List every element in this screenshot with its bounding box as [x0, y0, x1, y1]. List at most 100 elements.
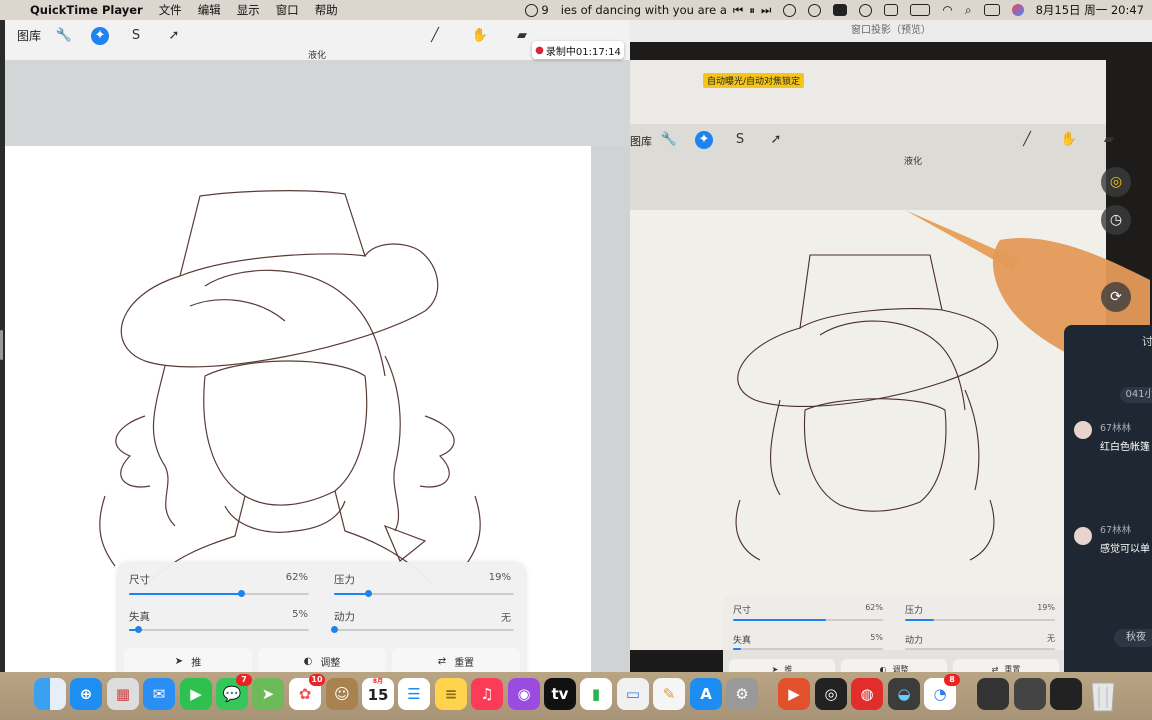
now-playing[interactable]: ies of dancing with you are a ⏮ ⏸ ⏭: [561, 3, 772, 18]
momentum-slider[interactable]: [331, 626, 514, 633]
projection-preview-window: 窗口投影（预览） 图库 液化 🔧 ✦ S ➚ ╱ ✋ ▰ 尺寸 62% 压力 1…: [630, 20, 1152, 672]
system-preferences-icon[interactable]: ⚙: [726, 678, 758, 710]
tray-app-icon[interactable]: [833, 4, 848, 16]
trash-icon[interactable]: [1088, 679, 1118, 713]
menu-file[interactable]: 文件: [159, 2, 182, 18]
maps-icon[interactable]: ➤: [252, 678, 284, 710]
podcasts-icon[interactable]: ◉: [508, 678, 540, 710]
notification-counter[interactable]: 9: [525, 3, 549, 17]
eraser-icon[interactable]: ▰: [513, 27, 531, 45]
pressure-slider[interactable]: [334, 590, 514, 597]
size-value: 62%: [285, 572, 308, 583]
clock-date[interactable]: 8月15日 周一 20:47: [1036, 2, 1144, 18]
messages-icon[interactable]: 💬 7: [216, 674, 252, 710]
timer-icon[interactable]: ◷: [1101, 205, 1131, 235]
size-slider[interactable]: [129, 590, 309, 597]
menu-window[interactable]: 窗口: [276, 2, 299, 18]
timer-icon[interactable]: [783, 3, 797, 17]
netease-music-icon[interactable]: ◍: [851, 678, 883, 710]
chat-footer-chip[interactable]: 秋夜: [1114, 629, 1152, 647]
push-mode-button[interactable]: ➤ 推: [124, 648, 252, 672]
play-circle-icon[interactable]: [859, 3, 873, 17]
reset-button[interactable]: ⇄ 重置: [392, 648, 520, 672]
streaming-app-icon[interactable]: ◔ 8: [924, 674, 960, 710]
selection-icon[interactable]: S: [127, 27, 145, 45]
camera-app-icon[interactable]: ◒: [888, 678, 920, 710]
contacts-icon[interactable]: ☺: [326, 678, 358, 710]
photos-icon[interactable]: ✿ 10: [289, 674, 325, 710]
obs-studio-icon[interactable]: ◎: [815, 678, 847, 710]
ipad-gallery-label: 图库: [630, 135, 652, 148]
gallery-button[interactable]: 图库: [17, 27, 41, 44]
distortion-value: 5%: [292, 609, 308, 620]
recent-window-thumbnail[interactable]: [1014, 678, 1046, 710]
reminders-icon[interactable]: ☰: [398, 678, 430, 710]
avatar: [1074, 527, 1092, 545]
keynote-icon[interactable]: ▭: [617, 678, 649, 710]
live-chat-panel: 讨 041小 67林林 红白色帐篷 67林林 感觉可以单 秋夜: [1064, 325, 1152, 672]
previous-track-icon[interactable]: ⏮: [733, 3, 743, 18]
notes-icon[interactable]: ≡: [435, 678, 467, 710]
next-track-icon[interactable]: ⏭: [761, 3, 771, 18]
music-icon[interactable]: ♫: [471, 678, 503, 710]
search-icon[interactable]: ⌕: [965, 3, 972, 18]
menu-edit[interactable]: 编辑: [198, 2, 221, 18]
mail-icon[interactable]: ✉: [143, 678, 175, 710]
ipad-pressure-label: 压力: [905, 606, 924, 616]
app-store-icon[interactable]: A: [690, 678, 722, 710]
obs-icon[interactable]: [808, 3, 822, 17]
smudge-icon[interactable]: ✋: [471, 27, 489, 45]
ipad-reset-button: ⇄ 重置: [953, 659, 1059, 672]
ipad-selection-icon: S: [735, 132, 745, 147]
ipad-toolbar: [630, 60, 1106, 124]
recent-window-thumbnail[interactable]: [977, 678, 1009, 710]
pause-icon[interactable]: ⏸: [749, 3, 755, 18]
push-label: 推: [191, 657, 202, 669]
recording-indicator[interactable]: ● 录制中01:17:14: [532, 41, 624, 59]
safari-icon[interactable]: ⊕: [70, 678, 102, 710]
video-app-icon[interactable]: ▶: [778, 678, 810, 710]
size-slider-knob[interactable]: [237, 590, 245, 597]
focus-target-icon[interactable]: ◎: [1101, 167, 1131, 197]
pressure-value: 19%: [488, 572, 511, 583]
adjustments-wand-icon[interactable]: ✦: [91, 27, 109, 45]
calendar-icon[interactable]: 8月 15: [362, 678, 394, 710]
transform-arrow-icon[interactable]: ➚: [165, 27, 183, 45]
ipad-liquify-panel: 尺寸 62% 压力 19% 失真 5% 动力 无 ➤ 推 ◐ 调整 ⇄ 重置: [723, 595, 1065, 672]
adjust-icon: ◐: [303, 655, 313, 667]
grid-icon[interactable]: [884, 4, 899, 16]
liquify-panel: 尺寸 62% 压力 19% 失真 5% 动力 无 ➤ 推 ◐ 调整 ⇄ 重置: [118, 562, 525, 672]
recent-window-thumbnail[interactable]: [1050, 678, 1082, 710]
rotate-camera-icon[interactable]: ⟳: [1101, 282, 1131, 312]
battery-icon[interactable]: [910, 4, 931, 16]
control-center-icon[interactable]: [983, 4, 1000, 16]
momentum-slider-knob[interactable]: [331, 626, 338, 633]
numbers-icon[interactable]: ▮: [580, 678, 612, 710]
notification-count: 9: [541, 3, 549, 17]
pages-icon[interactable]: ✎: [653, 678, 685, 710]
ipad-distortion-label: 失真: [733, 636, 752, 646]
chat-message: 感觉可以单: [1100, 544, 1150, 555]
facetime-icon[interactable]: ▶: [180, 678, 212, 710]
procreate-window: 图库 🔧 ✦ S ➚ ╱ ✋ ▰ 液化 ● 录制中01:17:14 尺寸 62%…: [5, 20, 630, 672]
distortion-slider-knob[interactable]: [135, 626, 142, 633]
brush-icon[interactable]: ╱: [426, 27, 444, 45]
window-resize-handle[interactable]: [0, 330, 3, 360]
menu-view[interactable]: 显示: [237, 2, 260, 18]
wifi-icon[interactable]: ◠: [942, 3, 952, 17]
distortion-slider[interactable]: [129, 626, 309, 633]
adjust-button[interactable]: ◐ 调整: [258, 648, 386, 672]
apple-tv-icon[interactable]: tv: [544, 678, 576, 710]
finder-icon[interactable]: [34, 678, 66, 710]
siri-icon[interactable]: [1011, 4, 1024, 16]
ipad-size-slider: [733, 619, 883, 621]
ipad-push-icon: ➤: [771, 664, 779, 673]
app-name-menu[interactable]: QuickTime Player: [30, 3, 143, 17]
wrench-icon[interactable]: 🔧: [55, 27, 73, 45]
menu-help[interactable]: 帮助: [315, 2, 338, 18]
ipad-wrench-icon: 🔧: [660, 132, 678, 147]
ipad-pressure-slider: [905, 619, 1055, 621]
launchpad-icon[interactable]: ▦: [107, 678, 139, 710]
canvas-background: [5, 60, 630, 146]
pressure-slider-knob[interactable]: [365, 590, 373, 597]
